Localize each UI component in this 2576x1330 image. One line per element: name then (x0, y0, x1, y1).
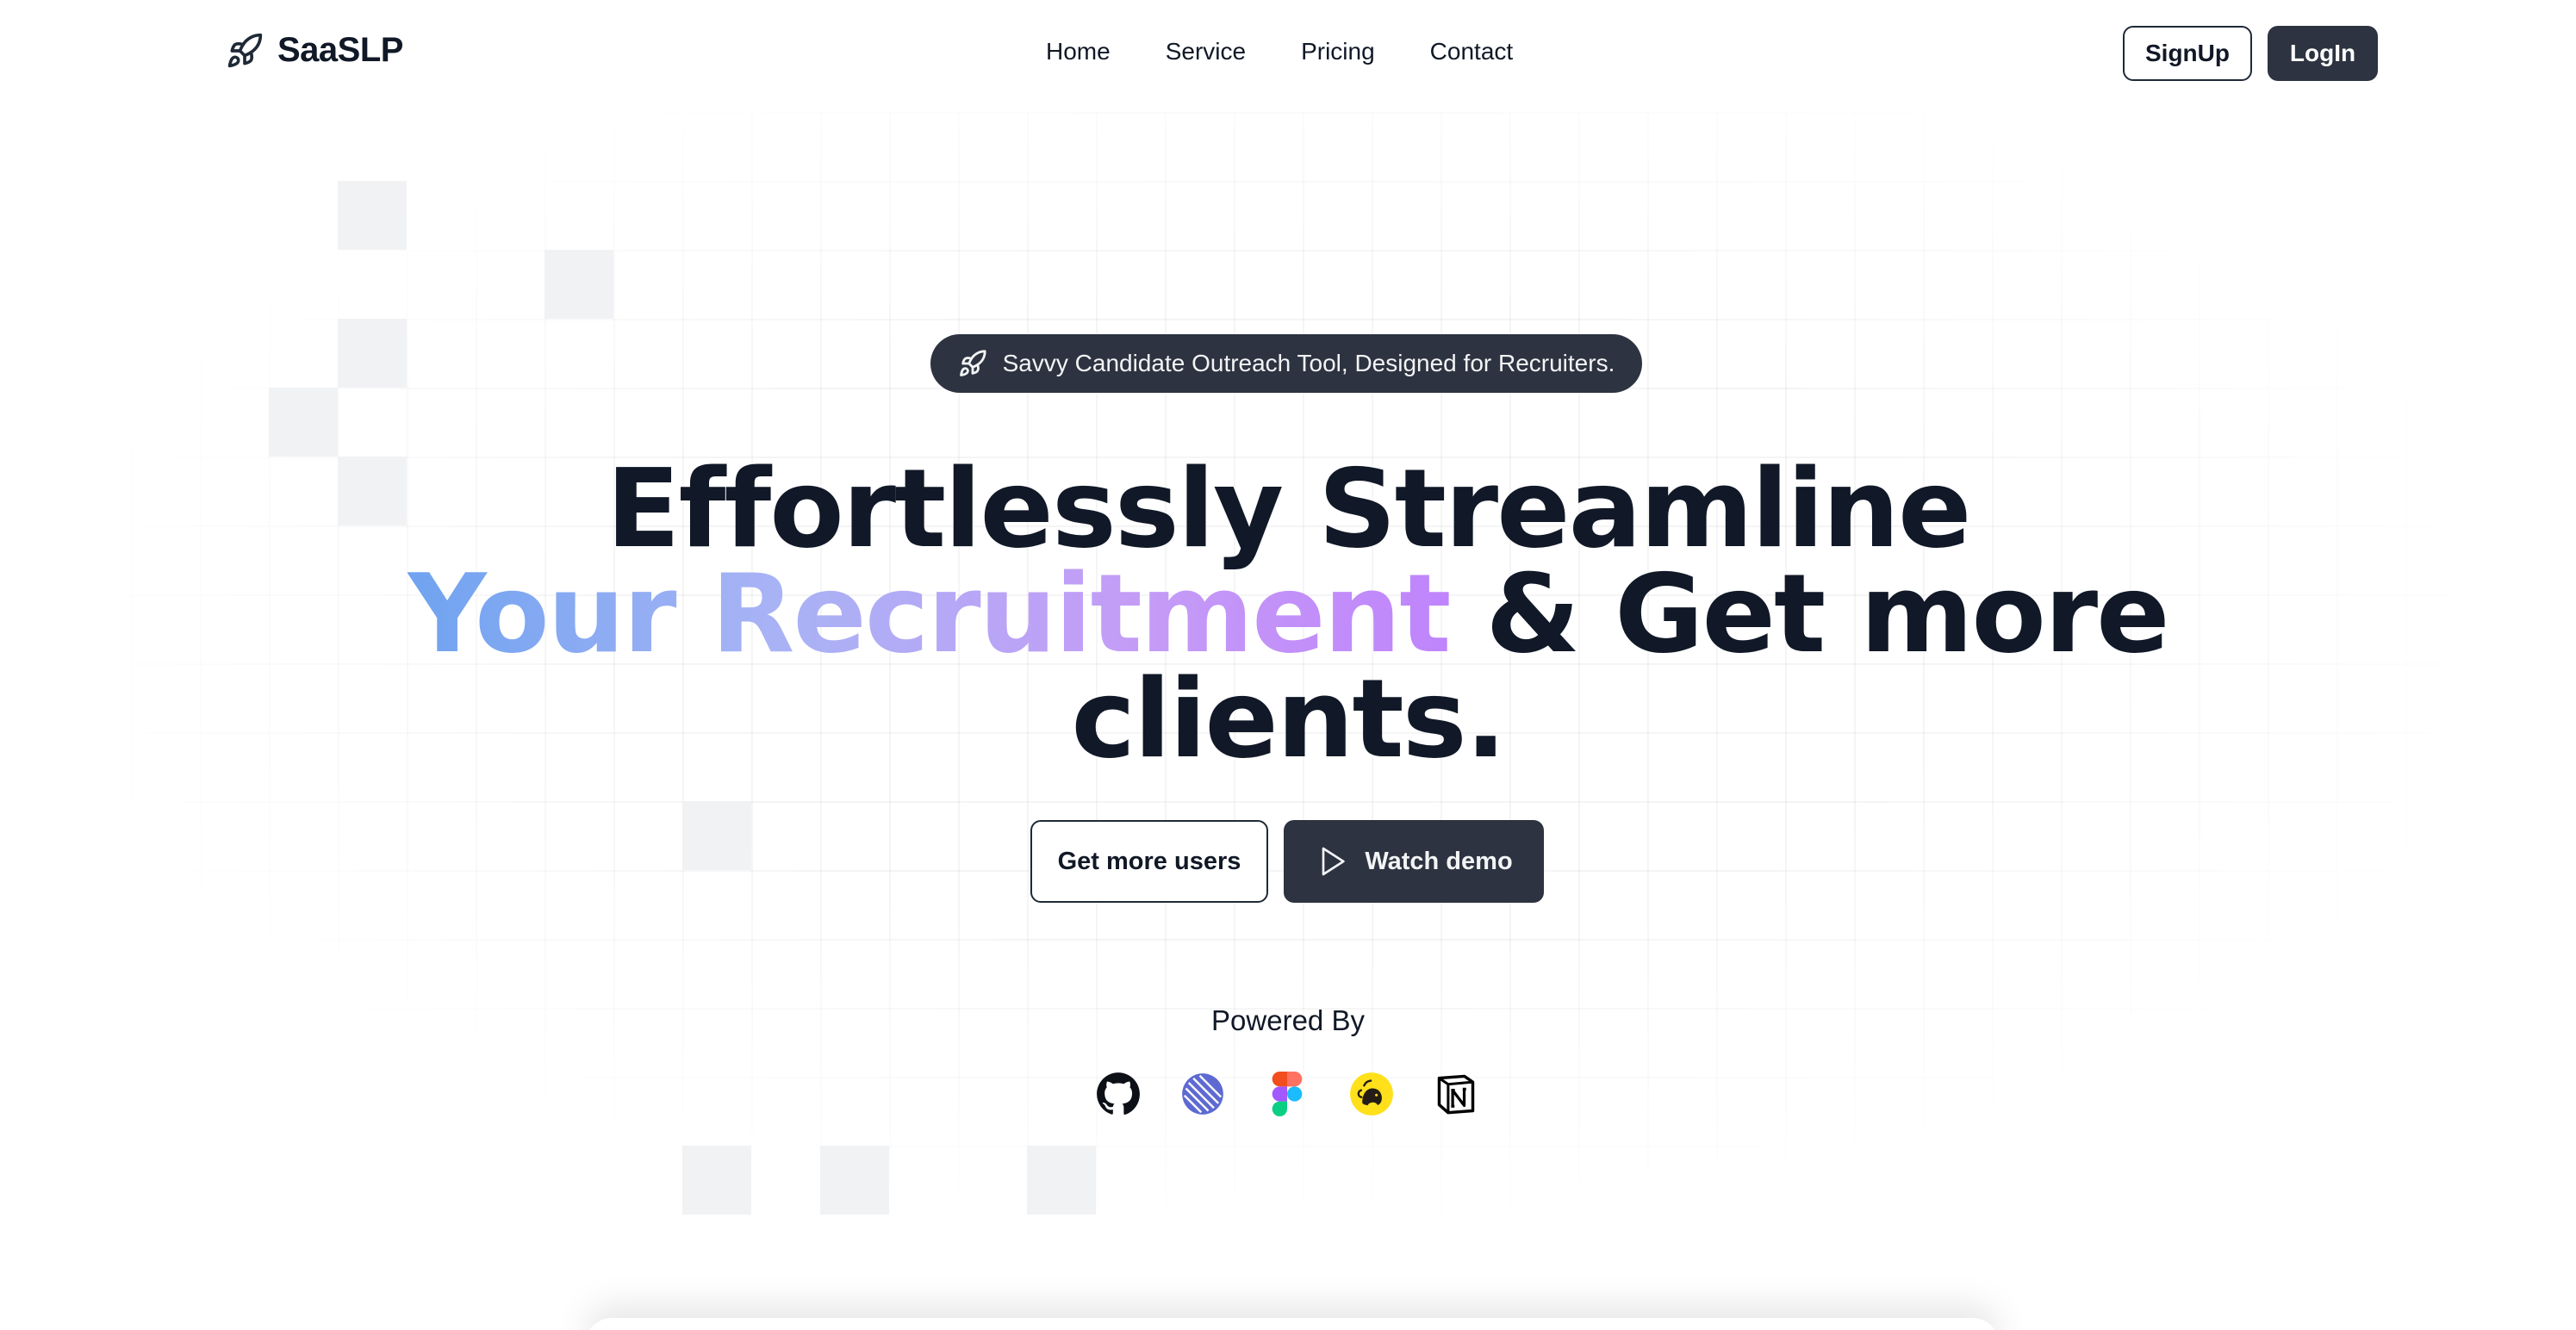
grid-highlight-cell (820, 1146, 889, 1215)
grid-highlight-cell (338, 319, 407, 388)
preview-card-edge (586, 1318, 1999, 1330)
linear-logo[interactable] (1180, 1072, 1225, 1116)
mailchimp-logo[interactable] (1349, 1072, 1394, 1116)
watch-demo-button[interactable]: Watch demo (1284, 820, 1544, 903)
grid-highlight-cell (544, 250, 613, 319)
headline-line-2-rest: & Get more (1485, 550, 2169, 677)
powered-by-label: Powered By (1211, 1004, 1365, 1036)
brand-logo-link[interactable]: SaaSLP (226, 31, 403, 70)
grid-highlight-cell (682, 801, 751, 870)
github-logo[interactable] (1096, 1072, 1141, 1116)
main-nav: Home Service Pricing Contact (1046, 38, 1513, 65)
nav-link-home[interactable]: Home (1046, 38, 1111, 65)
grid-highlight-cell (682, 1146, 751, 1215)
nav-link-contact[interactable]: Contact (1430, 38, 1514, 65)
rocket-icon (227, 33, 263, 67)
login-button[interactable]: LogIn (2268, 26, 2378, 81)
cta-group: Get more users Watch demo (1030, 820, 1544, 903)
announcement-text: Savvy Candidate Outreach Tool, Designed … (1002, 350, 1615, 376)
nav-link-service[interactable]: Service (1166, 38, 1246, 65)
watch-demo-label: Watch demo (1365, 847, 1513, 875)
signup-button[interactable]: SignUp (2123, 26, 2252, 81)
announcement-badge[interactable]: Savvy Candidate Outreach Tool, Designed … (930, 334, 1642, 393)
grid-highlight-cell (269, 388, 338, 457)
rocket-icon (959, 350, 986, 376)
hero-headline: Effortlessly Streamline Your Recruitment… (340, 455, 2236, 774)
notion-logo[interactable] (1434, 1072, 1478, 1116)
figma-logo[interactable] (1265, 1072, 1310, 1116)
brand-name: SaaSLP (277, 31, 403, 69)
grid-highlight-cell (1027, 1146, 1096, 1215)
headline-line-3: clients. (1071, 656, 1506, 782)
top-navbar: SaaSLP Home Service Pricing Contact Sign… (0, 0, 2576, 107)
nav-link-pricing[interactable]: Pricing (1301, 38, 1375, 65)
partner-logos (1096, 1072, 1478, 1116)
get-more-users-button[interactable]: Get more users (1030, 820, 1268, 903)
play-icon (1322, 847, 1345, 876)
grid-highlight-cell (338, 181, 407, 250)
